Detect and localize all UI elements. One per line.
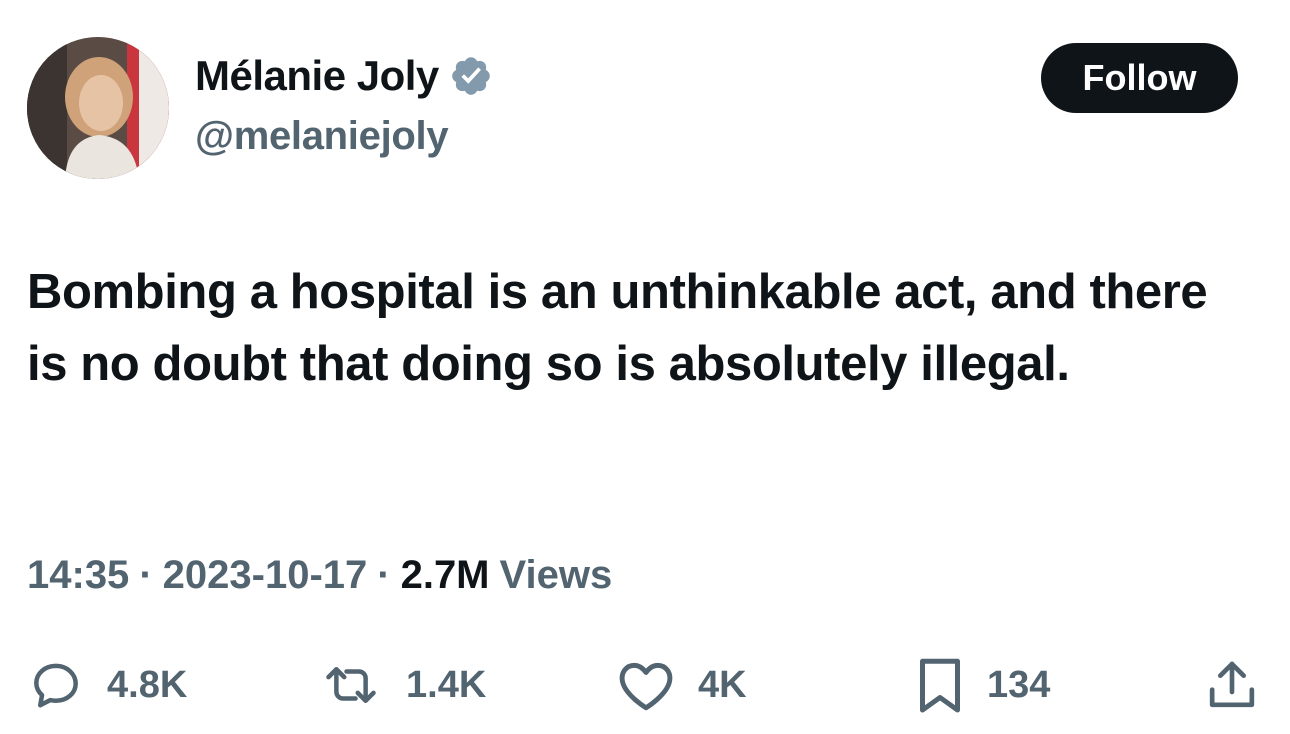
avatar[interactable] (27, 37, 169, 179)
follow-button[interactable]: Follow (1041, 43, 1238, 113)
tweet-text: Bombing a hospital is an unthinkable act… (27, 265, 1208, 391)
views-label: Views (499, 553, 613, 597)
meta-separator: · (139, 553, 153, 597)
like-count: 4K (698, 663, 747, 706)
repost-button[interactable]: 1.4K (318, 655, 486, 715)
author-handle[interactable]: @melaniejoly (195, 114, 449, 159)
author-name-row[interactable]: Mélanie Joly (195, 52, 493, 100)
bookmark-button[interactable]: 134 (915, 655, 1050, 715)
meta-separator: · (377, 553, 391, 597)
reply-icon (27, 658, 85, 712)
bookmark-icon (915, 654, 965, 716)
reply-button[interactable]: 4.8K (27, 655, 187, 715)
tweet-date[interactable]: 2023-10-17 (163, 553, 368, 598)
share-icon (1204, 657, 1260, 713)
repost-count: 1.4K (406, 663, 487, 706)
verified-badge-icon (449, 54, 493, 98)
repost-icon (318, 658, 384, 712)
tweet-meta: 14:35 · 2023-10-17 · 2.7M Views (27, 553, 612, 598)
like-button[interactable]: 4K (616, 655, 747, 715)
bookmark-count: 134 (987, 663, 1051, 706)
heart-icon (616, 658, 676, 712)
views-count: 2.7M (400, 553, 490, 597)
share-button[interactable] (1204, 655, 1260, 715)
author-name[interactable]: Mélanie Joly (195, 52, 439, 100)
tweet-time[interactable]: 14:35 (27, 553, 129, 598)
reply-count: 4.8K (107, 663, 188, 706)
action-bar: 4.8K 1.4K 4K 134 (0, 655, 1290, 715)
